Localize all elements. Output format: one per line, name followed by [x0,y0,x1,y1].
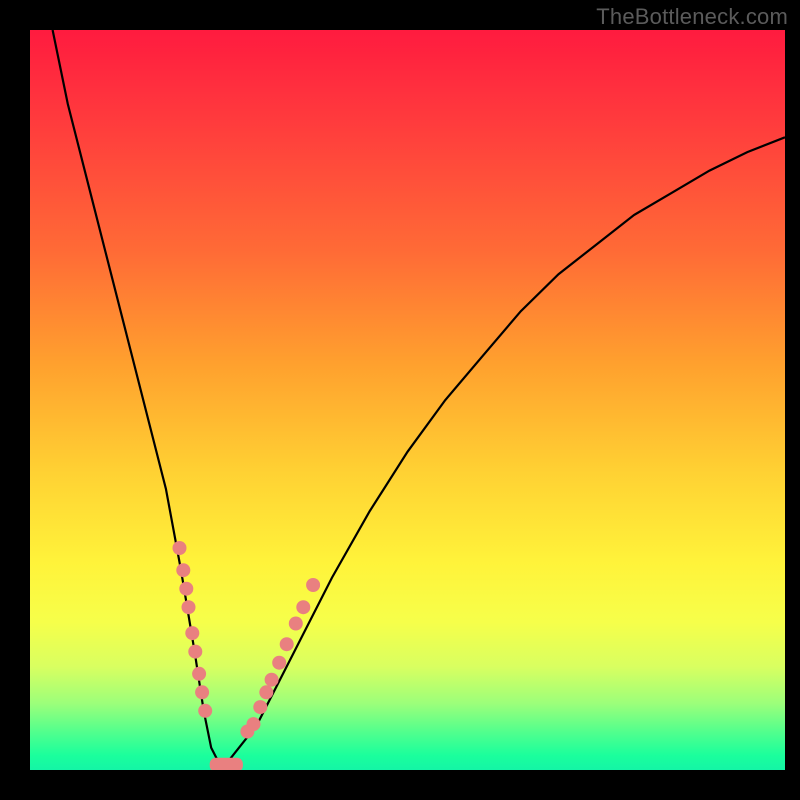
chart-overlay [30,30,785,770]
marker-dot [185,626,199,640]
marker-dot [182,600,196,614]
marker-dot [259,685,273,699]
marker-dot [192,667,206,681]
marker-dot [253,700,267,714]
marker-dot [176,563,190,577]
chart-frame: TheBottleneck.com [0,0,800,800]
marker-dot [265,673,279,687]
marker-dot [272,656,286,670]
marker-dot [247,717,261,731]
valley-blob [210,758,243,770]
marker-dot [296,600,310,614]
marker-dot [280,637,294,651]
bottleneck-curve [53,30,785,766]
marker-dot [198,704,212,718]
marker-dot [188,645,202,659]
marker-dot [289,617,303,631]
marker-group [173,541,321,739]
marker-dot [306,578,320,592]
watermark-text: TheBottleneck.com [596,4,788,30]
plot-area [30,30,785,770]
marker-dot [195,685,209,699]
marker-dot [179,582,193,596]
marker-dot [173,541,187,555]
